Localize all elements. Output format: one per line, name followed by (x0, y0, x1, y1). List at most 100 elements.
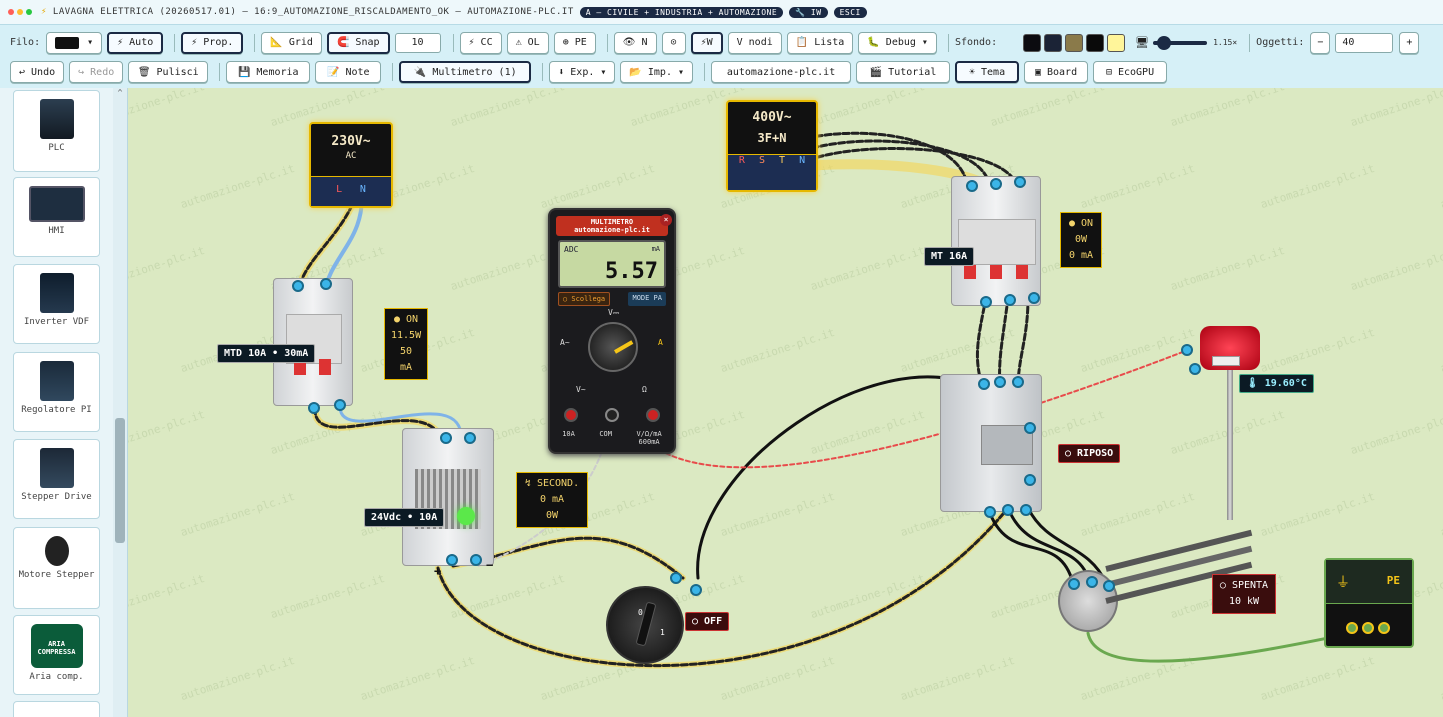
supply-230v[interactable]: 230V~ AC L N (309, 122, 393, 208)
terminal[interactable] (292, 280, 304, 292)
terminal[interactable] (1181, 344, 1193, 356)
terminal[interactable] (670, 572, 682, 584)
export-button[interactable]: ⬇ Exp. ▾ (549, 61, 616, 83)
terminal[interactable] (1004, 294, 1016, 306)
contactor[interactable] (940, 374, 1042, 512)
note-button[interactable]: 📝 Note (315, 61, 382, 83)
exit-badge[interactable]: ESCI (833, 6, 867, 18)
wire-pe[interactable] (1086, 631, 1355, 663)
site-link[interactable]: automazione-plc.it (711, 61, 852, 83)
terminal[interactable] (1020, 504, 1032, 516)
terminal[interactable] (470, 554, 482, 566)
mtd-breaker[interactable] (273, 278, 353, 406)
bg-swatch-5[interactable] (1107, 33, 1126, 52)
multimetro-button[interactable]: 🔌 Multimetro (1) (399, 61, 532, 83)
scrollbar-thumb[interactable] (115, 418, 125, 543)
import-button[interactable]: 📂 Imp. ▾ (620, 61, 694, 83)
mode-badge[interactable]: A — CIVILE + INDUSTRIA + AUTOMAZIONE (579, 6, 784, 18)
pulisci-button[interactable]: 🗑 Pulisci (128, 61, 209, 83)
pe-button[interactable]: ⊕ PE (553, 31, 596, 54)
jack-v[interactable] (646, 408, 661, 422)
ol-button[interactable]: ⚠ OL (506, 31, 549, 54)
bg-swatch-2[interactable] (1044, 33, 1063, 52)
memoria-button[interactable]: 💾 Memoria (226, 61, 311, 83)
user-badge[interactable]: 🔧 IW (789, 6, 828, 18)
terminal[interactable] (1002, 504, 1014, 516)
terminal[interactable] (464, 432, 476, 444)
zoom-slider-handle[interactable] (1157, 35, 1172, 50)
prop-button[interactable]: ⚡ Prop. (181, 31, 244, 54)
terminal[interactable] (320, 278, 332, 290)
scollega-button[interactable]: ○ Scollega (558, 292, 611, 306)
terminal[interactable] (446, 554, 458, 566)
wire-color-select[interactable]: ▾ (46, 31, 103, 54)
terminal[interactable] (440, 432, 452, 444)
close-icon[interactable]: × (660, 214, 672, 226)
terminal[interactable] (1024, 474, 1036, 486)
jack-com[interactable] (604, 408, 619, 422)
pe-terminal[interactable] (1346, 622, 1358, 634)
tutorial-button[interactable]: 🎬 Tutorial (856, 61, 951, 83)
multimeter[interactable]: MULTIMETRO automazione-plc.it × ADC mA 5… (548, 208, 676, 454)
terminal[interactable] (1068, 578, 1080, 590)
ecogpu-button[interactable]: ⊟ EcoGPU (1093, 61, 1168, 83)
redo-button[interactable]: ↪ Redo (69, 61, 124, 83)
tema-button[interactable]: ☀ Tema (955, 61, 1020, 83)
sidebar-item-regolatore[interactable]: Regolatore PI (13, 352, 100, 432)
w-button[interactable]: ⚡W (690, 31, 723, 54)
terminal[interactable] (1028, 292, 1040, 304)
n-button[interactable]: 👁 N (613, 31, 657, 54)
terminal[interactable] (308, 402, 320, 414)
terminal[interactable] (1012, 376, 1024, 388)
lista-button[interactable]: 📋 Lista (786, 31, 854, 54)
terminal[interactable] (1086, 576, 1098, 588)
sidebar-item-hmi[interactable]: HMI (13, 177, 100, 257)
auto-button[interactable]: ⚡ Auto (107, 31, 164, 54)
sidebar-item-stepper-drive[interactable]: Stepper Drive (13, 439, 100, 519)
minimize-dot-icon[interactable] (17, 9, 23, 15)
sidebar-item-inverter[interactable]: Inverter VDF (13, 264, 100, 344)
sidebar-item-aria[interactable]: ARIA COMPRESSA Aria comp. (13, 615, 100, 695)
undo-button[interactable]: ↩ Undo (10, 61, 65, 83)
terminal[interactable] (1103, 580, 1115, 592)
mt-breaker[interactable] (951, 176, 1041, 306)
terminal[interactable] (1189, 363, 1201, 375)
sidebar-item-motore-stepper[interactable]: Motore Stepper (13, 527, 100, 609)
jack-10a[interactable] (563, 408, 578, 422)
pe-terminal[interactable] (1378, 622, 1390, 634)
supply-400v[interactable]: 400V~ 3F+N R S T N (726, 100, 818, 192)
chevron-up-icon[interactable]: ^ (113, 88, 127, 97)
terminal[interactable] (990, 178, 1002, 190)
grid-button[interactable]: 📐 Grid (261, 31, 322, 54)
oggetti-plus-button[interactable]: + (1399, 31, 1420, 54)
terminal[interactable] (978, 378, 990, 390)
terminal[interactable] (980, 296, 992, 308)
terminal[interactable] (690, 584, 702, 596)
maximize-dot-icon[interactable] (26, 9, 32, 15)
pe-bar[interactable]: ⏚ PE (1324, 558, 1414, 648)
cc-button[interactable]: ⚡ CC (459, 31, 502, 54)
oggetti-minus-button[interactable]: − (1310, 31, 1331, 54)
sidebar-item-next[interactable] (13, 701, 100, 717)
vnodi-button[interactable]: V nodi (727, 31, 782, 54)
psu-24vdc[interactable] (402, 428, 494, 566)
snap-value-input[interactable]: 10 (394, 32, 441, 53)
bg-swatch-4[interactable] (1086, 33, 1105, 52)
terminal[interactable] (994, 376, 1006, 388)
terminal[interactable] (984, 506, 996, 518)
schematic-canvas[interactable]: automazione-plc.it automazione-plc.it auto… (128, 88, 1443, 717)
debug-button[interactable]: 🐛 Debug ▾ (858, 31, 937, 54)
oggetti-input[interactable]: 40 (1335, 32, 1394, 53)
temperature-probe-head[interactable] (1200, 326, 1260, 370)
mode-pa-button[interactable]: MODE PA (628, 292, 666, 306)
zero-button[interactable]: ⊙ (661, 31, 686, 54)
board-button[interactable]: ▣ Board (1024, 61, 1089, 83)
pe-terminal[interactable] (1362, 622, 1374, 634)
sidebar-item-plc[interactable]: PLC (13, 90, 100, 172)
terminal[interactable] (334, 399, 346, 411)
bg-swatch-1[interactable] (1023, 33, 1042, 52)
multimeter-dial[interactable] (588, 322, 638, 372)
terminal[interactable] (1024, 422, 1036, 434)
snap-button[interactable]: 🧲 Snap (326, 31, 390, 54)
wire-switch-coil[interactable] (696, 375, 980, 580)
